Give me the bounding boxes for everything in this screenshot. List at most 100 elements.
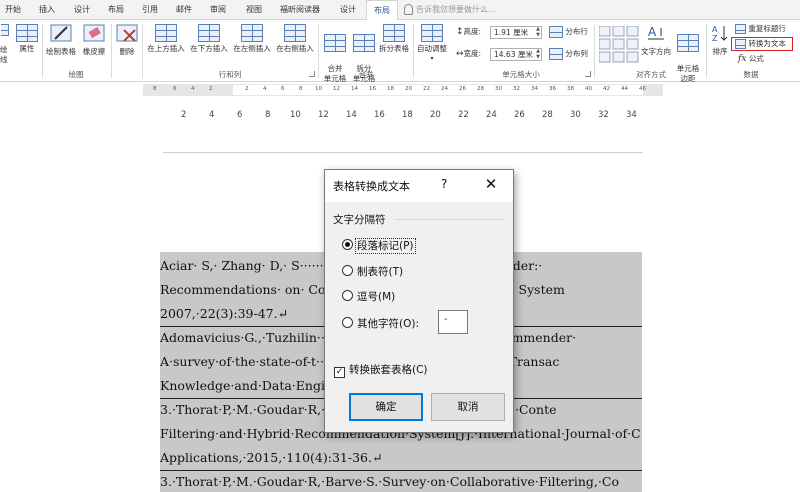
- convert-to-text-highlight-box: [731, 37, 793, 51]
- ok-button[interactable]: 确定: [349, 393, 423, 421]
- insert-right-label: 在右侧插入: [276, 44, 314, 53]
- ruler-number: 16: [374, 110, 385, 120]
- ruler-number: 30: [570, 110, 581, 120]
- draw-table-label: 绘制表格: [46, 47, 76, 56]
- cell-size-launcher[interactable]: [585, 71, 591, 77]
- tab-page-layout[interactable]: 布局: [102, 0, 130, 20]
- distribute-columns-icon: [549, 48, 563, 60]
- tab-table-design[interactable]: 设计: [334, 0, 362, 20]
- insert-right-icon: [284, 24, 306, 42]
- horizontal-ruler[interactable]: 8 6 4 2 2 4 6 8 10 12 14 16 18 20 22 24 …: [143, 84, 663, 96]
- doc-line: 3.·Thorat·P,·M.·Goudar·R,·Barve·S.·Surve…: [160, 474, 619, 489]
- spinner-arrows-icon[interactable]: ▲ ▼: [536, 48, 540, 60]
- width-label: 宽度:: [463, 49, 482, 58]
- repeat-header-button[interactable]: 重复标题行: [735, 23, 786, 35]
- insert-right-button[interactable]: 在右侧插入: [274, 24, 316, 54]
- tab-table-layout[interactable]: 布局: [366, 0, 398, 21]
- autofit-icon: [421, 24, 443, 42]
- radio-tab-character[interactable]: 制表符(T): [342, 264, 403, 279]
- radio-paragraph-mark[interactable]: 段落标记(P): [342, 238, 416, 254]
- group-separator: [42, 24, 43, 78]
- ruler-number: 2: [181, 110, 187, 120]
- rows-columns-launcher[interactable]: [309, 71, 315, 77]
- ruler-tick: 40: [585, 86, 592, 92]
- separator-group-label: 文字分隔符: [333, 214, 386, 226]
- properties-label: 属性: [19, 44, 35, 53]
- insert-left-button[interactable]: 在左侧插入: [231, 24, 273, 54]
- autofit-button[interactable]: 自动调整 ▾: [415, 24, 449, 64]
- insert-left-label: 在左侧插入: [233, 44, 271, 53]
- radio-label: 逗号(M): [357, 291, 396, 303]
- ruler-tick: 4: [191, 86, 195, 92]
- split-cells-icon: [353, 34, 375, 52]
- chevron-down-icon: ▾: [430, 55, 434, 62]
- ruler-tick: 16: [369, 86, 376, 92]
- split-table-button[interactable]: 拆分表格: [378, 24, 410, 54]
- properties-button[interactable]: 属性: [14, 24, 40, 54]
- tab-mailings[interactable]: 邮件: [170, 0, 198, 20]
- tab-view[interactable]: 视图: [240, 0, 268, 20]
- group-label-draw: 绘图: [68, 70, 84, 79]
- formula-label: 公式: [748, 54, 764, 63]
- spinner-arrows-icon[interactable]: ▲ ▼: [536, 26, 540, 38]
- tell-me-search[interactable]: 告诉我您想要做什么...: [404, 0, 584, 20]
- insert-below-button[interactable]: 在下方插入: [188, 24, 230, 54]
- cancel-button[interactable]: 取消: [431, 393, 505, 421]
- insert-below-icon: [198, 24, 220, 42]
- ruler-number: 28: [542, 110, 553, 120]
- cell-margins-icon: [677, 34, 699, 52]
- height-label: 高度:: [463, 27, 482, 36]
- tab-design[interactable]: 设计: [68, 0, 96, 20]
- ruler-number: 20: [430, 110, 441, 120]
- tab-foxit-reader[interactable]: 福昕阅读器: [276, 0, 324, 20]
- insert-below-label: 在下方插入: [190, 44, 228, 53]
- ruler-tick: 26: [459, 86, 466, 92]
- partial-button[interactable]: [0, 24, 10, 38]
- table-properties-icon: [16, 24, 38, 42]
- sort-button[interactable]: AZ 排序: [709, 24, 731, 57]
- ruler-tick: 24: [441, 86, 448, 92]
- partial-label-2: 线: [0, 55, 8, 64]
- radio-selected-icon: [342, 239, 353, 250]
- distribute-rows-label: 分布行: [565, 27, 588, 36]
- ruler-tick: 46: [639, 86, 646, 92]
- ruler-number: 10: [290, 110, 301, 120]
- group-label-merge: 合并: [358, 70, 374, 79]
- height-spinner[interactable]: 1.91 厘米 ▲ ▼: [490, 26, 542, 39]
- convert-nested-tables-checkbox[interactable]: ✓ 转换嵌套表格(C): [334, 362, 428, 378]
- ribbon-tab-bar: 开始 插入 设计 布局 引用 邮件 审阅 视图 福昕阅读器 设计 布局 告诉我您…: [0, 0, 800, 21]
- page-header-divider: [163, 152, 643, 153]
- group-separator: [706, 24, 707, 78]
- distribute-rows-button[interactable]: 分布行: [549, 26, 588, 38]
- ruler-tick: 10: [315, 86, 322, 92]
- delete-button[interactable]: 删除: [114, 24, 140, 57]
- tab-insert[interactable]: 插入: [32, 0, 62, 20]
- tab-review[interactable]: 审阅: [204, 0, 232, 20]
- distribute-columns-button[interactable]: 分布列: [549, 48, 588, 60]
- repeat-header-label: 重复标题行: [748, 24, 786, 33]
- tab-home[interactable]: 开始: [0, 0, 26, 20]
- width-spinner[interactable]: 14.63 厘米 ▲ ▼: [490, 48, 542, 61]
- radio-other-character[interactable]: 其他字符(O):: [342, 316, 419, 331]
- eraser-button[interactable]: 橡皮擦: [80, 24, 108, 57]
- ruler-tick: 8: [299, 86, 303, 92]
- formula-button[interactable]: fx 公式: [738, 53, 764, 65]
- radio-comma[interactable]: 逗号(M): [342, 289, 395, 304]
- text-direction-button[interactable]: A 文字方向: [640, 24, 672, 57]
- ruler-number: 26: [514, 110, 525, 120]
- document-ruler: 2 4 6 8 10 12 14 16 18 20 22 24 26 28 30…: [163, 110, 643, 126]
- ruler-number: 22: [458, 110, 469, 120]
- group-divider: [395, 219, 505, 220]
- svg-text:Z: Z: [712, 34, 718, 42]
- tab-references[interactable]: 引用: [136, 0, 164, 20]
- group-label-cell-size: 单元格大小: [502, 70, 540, 79]
- group-separator: [142, 24, 143, 78]
- insert-above-label: 在上方插入: [147, 44, 185, 53]
- ruler-tick: 2: [209, 86, 213, 92]
- close-icon[interactable]: ✕: [481, 174, 501, 194]
- insert-above-button[interactable]: 在上方插入: [145, 24, 187, 54]
- dialog-body: 文字分隔符 段落标记(P) 制表符(T) 逗号(M) 其他字符(O): - ✓ 转…: [325, 202, 513, 432]
- help-button[interactable]: ?: [441, 177, 447, 191]
- draw-table-button[interactable]: 绘制表格: [44, 24, 78, 57]
- other-character-input[interactable]: -: [438, 310, 468, 334]
